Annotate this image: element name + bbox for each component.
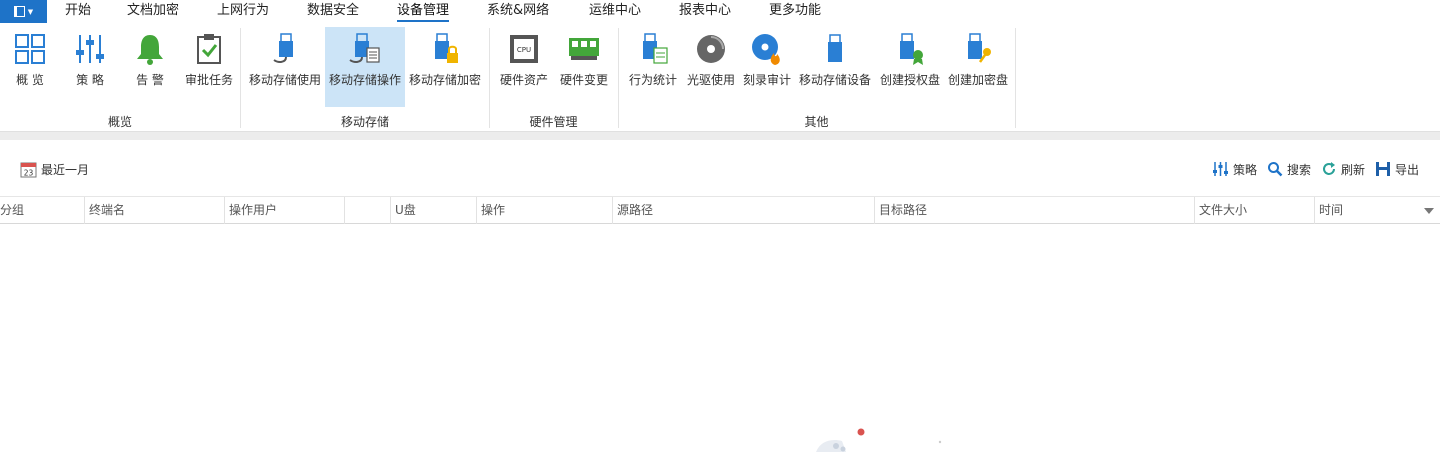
strategy-button[interactable]: 策 略 (62, 27, 118, 107)
ribbon: 概 览 策 略 告 警 审批任务 概览 移动存储使用 移动存储操作 移动存储加密… (0, 24, 1440, 131)
group-separator (1015, 28, 1016, 128)
burn-audit-label: 刻录审计 (742, 73, 791, 87)
search-icon (1268, 162, 1283, 177)
alert-button[interactable]: 告 警 (122, 27, 178, 107)
disc-icon (697, 35, 725, 63)
menu-more-functions[interactable]: 更多功能 (769, 2, 821, 22)
export-label: 导出 (1395, 162, 1420, 177)
grid-icon (15, 34, 45, 64)
menu-ops-center[interactable]: 运维中心 (589, 2, 641, 22)
strategy-tool-button[interactable]: 策略 (1212, 160, 1257, 178)
create-encrypt-disk-label: 创建加密盘 (947, 73, 1008, 87)
column-blank[interactable] (344, 197, 390, 224)
menu-doc-encrypt[interactable]: 文档加密 (127, 2, 179, 22)
group-label-others: 其他 (804, 115, 829, 129)
usb-stats-icon (643, 33, 668, 64)
refresh-icon (1323, 162, 1335, 175)
refresh-button[interactable]: 刷新 (1321, 160, 1365, 178)
column-terminal-name[interactable]: 终端名 (84, 197, 224, 224)
search-button[interactable]: 搜索 (1267, 160, 1311, 178)
menu-bar: ▼ 开始 文档加密 上网行为 数据安全 设备管理 系统&网络 运维中心 报表中心… (0, 0, 1440, 24)
toolbar: 23 最近一月 策略 搜索 刷新 导出 (0, 140, 1440, 196)
optical-drive-label: 光驱使用 (686, 73, 735, 87)
save-icon (1376, 162, 1390, 176)
table-header: 分组 终端名 操作用户 U盘 操作 源路径 目标路径 文件大小 时间 (0, 196, 1440, 224)
table-body (0, 224, 1440, 452)
burn-audit-button[interactable]: 刻录审计 (739, 27, 795, 107)
usb-device-button[interactable]: 移动存储设备 (795, 27, 875, 107)
clipboard-check-icon (197, 34, 221, 64)
menu-icon (13, 6, 25, 17)
hardware-change-label: 硬件变更 (559, 73, 608, 87)
memory-board-icon (569, 38, 599, 60)
export-button[interactable]: 导出 (1375, 160, 1419, 178)
group-label-removable-storage: 移动存储 (340, 115, 389, 129)
usb-usage-button[interactable]: 移动存储使用 (245, 27, 325, 107)
search-label: 搜索 (1287, 162, 1312, 177)
column-file-size[interactable]: 文件大小 (1194, 197, 1314, 224)
usb-list-icon (349, 33, 380, 63)
approval-task-button[interactable]: 审批任务 (181, 27, 237, 107)
strategy-label: 策 略 (76, 73, 104, 87)
bell-icon (137, 35, 163, 65)
usb-encrypt-label: 移动存储加密 (408, 73, 481, 87)
cpu-chip-text: CPU (517, 46, 531, 54)
date-range-label: 最近一月 (41, 162, 90, 177)
column-group[interactable]: 分组 (0, 197, 84, 224)
menu-web-behavior[interactable]: 上网行为 (217, 2, 269, 22)
behavior-stats-button[interactable]: 行为统计 (625, 27, 681, 107)
menu-system-network[interactable]: 系统&网络 (487, 2, 549, 22)
column-time-label: 时间 (1319, 203, 1344, 217)
create-encrypt-disk-button[interactable]: 创建加密盘 (945, 27, 1011, 107)
ribbon-divider (0, 131, 1440, 140)
usb-key-icon (968, 33, 991, 63)
column-target-path[interactable]: 目标路径 (874, 197, 1194, 224)
usb-operation-button[interactable]: 移动存储操作 (325, 27, 405, 107)
usb-drive-icon (828, 34, 842, 62)
usb-usage-label: 移动存储使用 (248, 73, 321, 87)
calendar-day: 23 (24, 168, 34, 177)
menu-data-security[interactable]: 数据安全 (307, 2, 359, 22)
usb-operation-label: 移动存储操作 (328, 73, 401, 87)
hardware-change-button[interactable]: 硬件变更 (556, 27, 612, 107)
behavior-stats-label: 行为统计 (628, 73, 677, 87)
menu-report-center[interactable]: 报表中心 (679, 2, 731, 22)
alert-label: 告 警 (136, 73, 164, 87)
date-range-filter[interactable]: 23 最近一月 (20, 160, 89, 178)
column-operator-user[interactable]: 操作用户 (224, 197, 344, 224)
group-label-hardware: 硬件管理 (529, 115, 578, 129)
overview-button[interactable]: 概 览 (4, 27, 56, 107)
chevron-down-icon: ▼ (27, 7, 34, 16)
hardware-asset-label: 硬件资产 (499, 73, 548, 87)
refresh-label: 刷新 (1341, 162, 1366, 177)
optical-drive-button[interactable]: 光驱使用 (683, 27, 739, 107)
calendar-icon: 23 (20, 162, 37, 177)
column-usb-disk[interactable]: U盘 (390, 197, 476, 224)
cpu-icon: CPU (510, 35, 538, 63)
create-auth-disk-button[interactable]: 创建授权盘 (877, 27, 943, 107)
column-source-path[interactable]: 源路径 (612, 197, 874, 224)
overview-label: 概 览 (16, 73, 44, 87)
menu-device-management[interactable]: 设备管理 (397, 2, 450, 22)
usb-device-label: 移动存储设备 (798, 73, 871, 87)
column-time[interactable]: 时间 (1314, 197, 1440, 224)
sliders-icon (1213, 162, 1228, 176)
sliders-icon (76, 35, 104, 63)
column-operation[interactable]: 操作 (476, 197, 612, 224)
usb-lock-icon (435, 33, 458, 63)
hardware-asset-button[interactable]: CPU 硬件资产 (496, 27, 552, 107)
empty-state-illustration-icon (816, 428, 942, 452)
group-label-overview: 概览 (107, 115, 132, 129)
app-menu-button[interactable]: ▼ (0, 0, 47, 23)
disc-burn-icon (752, 34, 780, 65)
strategy-tool-label: 策略 (1233, 162, 1258, 177)
usb-drive-icon (273, 33, 293, 63)
usb-badge-icon (900, 33, 923, 65)
usb-encrypt-button[interactable]: 移动存储加密 (405, 27, 485, 107)
approval-task-label: 审批任务 (184, 73, 233, 87)
sort-down-icon[interactable] (1424, 208, 1434, 214)
create-auth-disk-label: 创建授权盘 (879, 73, 940, 87)
menu-start[interactable]: 开始 (65, 2, 91, 22)
